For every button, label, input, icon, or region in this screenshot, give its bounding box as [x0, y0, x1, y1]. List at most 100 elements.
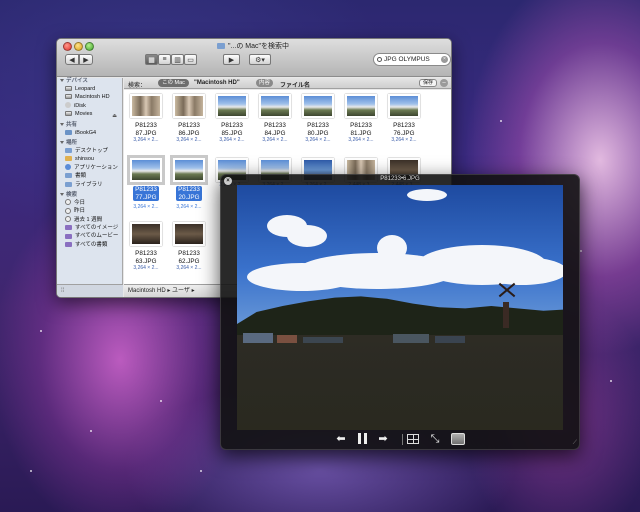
file-thumbnail[interactable] — [173, 94, 205, 118]
sidebar-header-places[interactable]: 場所 — [57, 140, 122, 147]
library-icon — [65, 181, 72, 187]
column-view-button[interactable]: ▥ — [171, 54, 184, 65]
sidebar-item-idisk[interactable]: iDisk — [57, 102, 122, 110]
sidebar-item-applications[interactable]: アプリケーション — [57, 164, 122, 172]
back-button[interactable]: ◀ — [65, 54, 79, 65]
minimize-window-button[interactable] — [74, 42, 83, 51]
file-dimensions: 3,264 × 2... — [391, 137, 417, 143]
file-item[interactable]: P81233 87.JPG 3,264 × 2... — [126, 94, 166, 143]
clock-icon — [65, 207, 71, 214]
sidebar-item-all-images[interactable]: すべてのイメージ — [57, 224, 122, 232]
file-thumbnail[interactable] — [130, 222, 162, 246]
file-name[interactable]: P81233 86.JPG — [169, 122, 209, 137]
file-name[interactable]: P81233 84.JPG — [255, 122, 295, 137]
clock-icon — [65, 199, 71, 206]
sidebar-item-yesterday[interactable]: 昨日 — [57, 207, 122, 215]
file-name[interactable]: P81233 81.JPG — [341, 122, 381, 137]
finder-titlebar[interactable]: "...の Mac"を検索中 ◀ ▶ ▦ ≡ ▥ ▭ ▶ ⚙▾ JPG OLYM… — [57, 39, 451, 77]
sidebar-item-movies[interactable]: Movies ⏏ — [57, 110, 122, 120]
sidebar-item-today[interactable]: 今日 — [57, 199, 122, 207]
sidebar-item-all-movies[interactable]: すべてのムービー — [57, 232, 122, 240]
hard-disk-icon — [65, 94, 72, 100]
file-item[interactable]: P81233 63.JPG 3,264 × 2... — [126, 222, 166, 271]
scope-contents-button[interactable]: 内容 — [256, 79, 274, 87]
forward-button[interactable]: ▶ — [79, 54, 93, 65]
sidebar-item-library[interactable]: ライブラリ — [57, 181, 122, 189]
file-item[interactable]: P81233 76.JPG 3,264 × 2... — [384, 94, 424, 143]
file-thumbnail[interactable] — [130, 94, 162, 118]
next-icon[interactable]: ➡ — [375, 433, 391, 445]
sidebar-header-search[interactable]: 検索 — [57, 192, 122, 199]
file-thumbnail[interactable] — [345, 94, 377, 118]
file-item[interactable]: P81233 85.JPG 3,264 × 2... — [212, 94, 252, 143]
sidebar-item-macintosh-hd[interactable]: Macintosh HD — [57, 93, 122, 101]
sidebar-item-home[interactable]: shinsou — [57, 155, 122, 163]
action-menu-button[interactable]: ⚙▾ — [249, 54, 271, 65]
file-dimensions: 3,264 × 2... — [133, 265, 159, 271]
list-view-button[interactable]: ≡ — [158, 54, 171, 65]
quicklook-button[interactable]: ▶ — [223, 54, 240, 65]
sidebar-item-ibookg4[interactable]: iBookG4 — [57, 129, 122, 137]
file-item[interactable]: P81233 62.JPG 3,264 × 2... — [169, 222, 209, 271]
pause-icon — [358, 433, 361, 444]
file-name[interactable]: P81233 63.JPG — [126, 250, 166, 265]
file-thumbnail[interactable] — [216, 94, 248, 118]
file-thumbnail[interactable] — [173, 222, 205, 246]
file-thumbnail[interactable] — [259, 94, 291, 118]
scope-this-mac-button[interactable]: この Mac — [158, 79, 189, 87]
disclosure-triangle-icon — [60, 141, 64, 144]
index-sheet-button[interactable] — [407, 433, 421, 445]
file-name[interactable]: P81233 85.JPG — [212, 122, 252, 137]
close-window-button[interactable] — [63, 42, 72, 51]
resize-handle-icon[interactable]: ⟋ — [573, 440, 577, 447]
file-thumbnail[interactable] — [127, 155, 165, 185]
file-item[interactable]: P81233 77.JPG 3,264 × 2... — [126, 155, 166, 210]
previous-icon[interactable]: ⬅ — [333, 433, 349, 445]
scope-filename-button[interactable]: ファイル名 — [280, 80, 310, 89]
file-name-line-1: P81233 — [135, 122, 157, 129]
coverflow-view-button[interactable]: ▭ — [184, 54, 197, 65]
icon-view-button[interactable]: ▦ — [145, 54, 158, 65]
remove-criteria-button[interactable]: – — [440, 79, 448, 87]
eject-icon[interactable]: ⏏ — [112, 112, 117, 120]
file-thumbnail[interactable] — [302, 94, 334, 118]
file-thumbnail[interactable] — [170, 155, 208, 185]
star — [500, 120, 502, 122]
file-item[interactable]: P81233 84.JPG 3,264 × 2... — [255, 94, 295, 143]
file-name[interactable]: P81233 87.JPG — [126, 122, 166, 137]
file-name-line-1: P81233 — [178, 186, 200, 193]
file-name-line-2: 63.JPG — [135, 257, 157, 265]
file-item[interactable]: P81233 81.JPG 3,264 × 2... — [341, 94, 381, 143]
search-field[interactable]: JPG OLYMPUS × — [373, 53, 451, 66]
scope-hd-button[interactable]: "Macintosh HD" — [194, 80, 240, 86]
sidebar-header-devices[interactable]: デバイス — [57, 78, 122, 85]
file-name[interactable]: P81233 20.JPG — [176, 186, 202, 201]
zoom-window-button[interactable] — [85, 42, 94, 51]
file-name[interactable]: P81233 62.JPG — [169, 250, 209, 265]
add-to-iphoto-button[interactable] — [451, 433, 467, 445]
sidebar-resize-handle[interactable]: ⁞⁞ — [61, 288, 64, 294]
file-item[interactable]: P81233 86.JPG 3,264 × 2... — [169, 94, 209, 143]
file-name-line-1: P81233 — [178, 250, 200, 257]
sidebar-header-shared[interactable]: 共有 — [57, 122, 122, 129]
sidebar-item-all-documents[interactable]: すべての書類 — [57, 241, 122, 249]
file-dimensions: 3,264 × 2... — [305, 137, 331, 143]
file-item[interactable]: P81233 20.JPG 3,264 × 2... — [169, 155, 209, 210]
disclosure-triangle-icon — [60, 122, 64, 126]
file-name[interactable]: P81233 76.JPG — [384, 122, 424, 137]
sidebar-item-documents[interactable]: 書類 — [57, 172, 122, 180]
quicklook-window[interactable]: × P81233•6.JPG ⬅ ➡ ⤡ ⟋ — [220, 174, 580, 450]
desktop-icon — [65, 148, 72, 153]
smart-folder-icon — [65, 233, 72, 239]
fullscreen-icon[interactable]: ⤡ — [428, 433, 442, 445]
file-name[interactable]: P81233 77.JPG — [133, 186, 159, 201]
file-name[interactable]: P81233 80.JPG — [298, 122, 338, 137]
sidebar-item-past-week[interactable]: 過去 1 週間 — [57, 216, 122, 224]
sidebar-item-leopard[interactable]: Leopard — [57, 85, 122, 93]
file-item[interactable]: P81233 80.JPG 3,264 × 2... — [298, 94, 338, 143]
clear-search-icon[interactable]: × — [441, 56, 448, 63]
file-thumbnail[interactable] — [388, 94, 420, 118]
save-search-button[interactable]: 保存 — [419, 79, 437, 87]
pause-button[interactable] — [355, 433, 369, 445]
sidebar-item-desktop[interactable]: デスクトップ — [57, 147, 122, 155]
